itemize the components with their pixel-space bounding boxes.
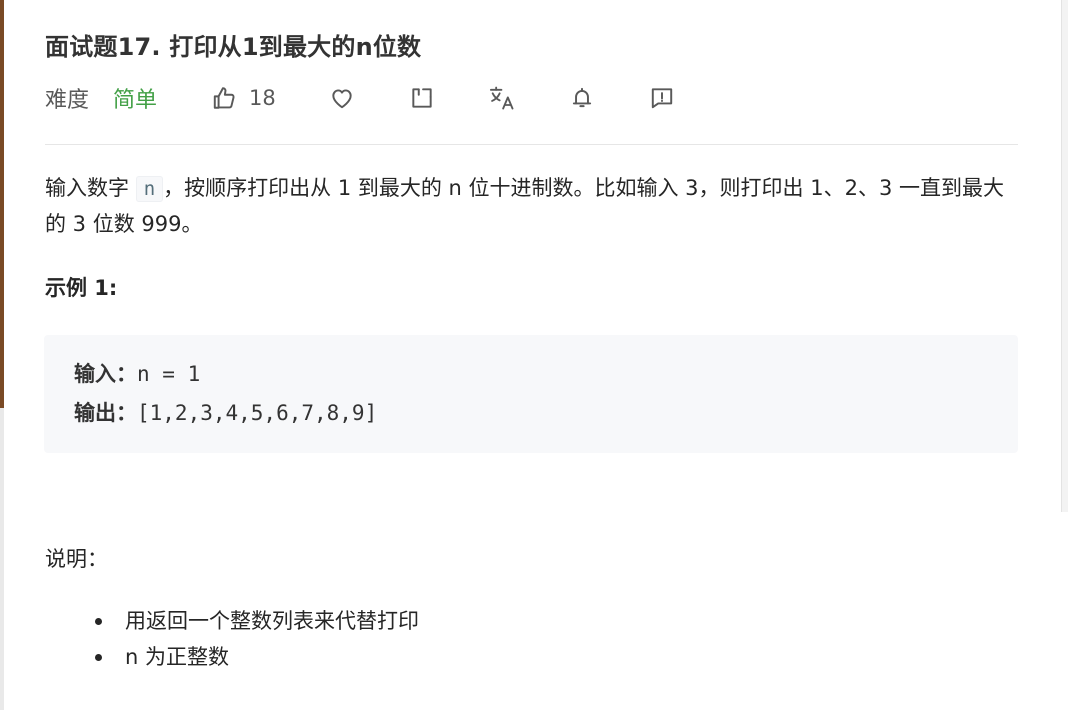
inline-code-n: n xyxy=(135,176,164,202)
note-text: 用返回一个整数列表来代替打印 xyxy=(125,609,419,633)
feedback-icon xyxy=(649,85,675,111)
description-text: 输入数字 xyxy=(45,176,129,200)
feedback-button[interactable] xyxy=(649,80,675,116)
notes-heading: 说明： xyxy=(45,547,108,571)
notes-list: 用返回一个整数列表来代替打印 n 为正整数 xyxy=(45,603,419,675)
problem-title: 面试题17. 打印从1到最大的n位数 xyxy=(45,33,422,61)
example-heading: 示例 1: xyxy=(45,276,118,300)
translate-icon xyxy=(488,84,516,112)
like-button[interactable]: 18 xyxy=(211,80,276,116)
translate-button[interactable] xyxy=(488,80,516,116)
list-item: n 为正整数 xyxy=(45,639,419,675)
example-output-value: [1,2,3,4,5,6,7,8,9] xyxy=(137,401,378,425)
notification-button[interactable] xyxy=(569,80,595,116)
scrollbar[interactable] xyxy=(1061,0,1068,512)
difficulty-badge: 简单 xyxy=(113,88,158,113)
problem-meta-toolbar: 难度 简单 18 xyxy=(45,80,1020,116)
thumbs-up-icon xyxy=(211,85,237,111)
bullet-icon xyxy=(95,618,102,625)
like-count: 18 xyxy=(249,86,276,110)
window-edge-lower xyxy=(0,408,4,710)
window-edge xyxy=(0,0,4,408)
example-code-block: 输入：n = 1 输出：[1,2,3,4,5,6,7,8,9] xyxy=(44,335,1018,453)
difficulty-label: 难度 xyxy=(45,88,90,113)
example-input-value: n = 1 xyxy=(137,362,201,386)
note-text: n 为正整数 xyxy=(125,645,229,669)
example-input-label: 输入： xyxy=(74,362,137,386)
heart-icon xyxy=(329,85,355,111)
bullet-icon xyxy=(95,654,102,661)
section-divider xyxy=(45,144,1018,145)
example-output-line: 输出：[1,2,3,4,5,6,7,8,9] xyxy=(74,397,377,427)
description-text-cont: ，按顺序打印出从 1 到最大的 n 位十进制数。比如输入 3，则打印出 1、2、… xyxy=(45,176,1004,236)
share-icon xyxy=(409,85,435,111)
favorite-button[interactable] xyxy=(329,80,355,116)
share-button[interactable] xyxy=(409,80,435,116)
example-output-label: 输出： xyxy=(74,401,137,425)
bell-icon xyxy=(569,85,595,111)
example-input-line: 输入：n = 1 xyxy=(74,358,200,388)
list-item: 用返回一个整数列表来代替打印 xyxy=(45,603,419,639)
problem-description: 输入数字 n ，按顺序打印出从 1 到最大的 n 位十进制数。比如输入 3，则打印… xyxy=(45,171,1020,242)
